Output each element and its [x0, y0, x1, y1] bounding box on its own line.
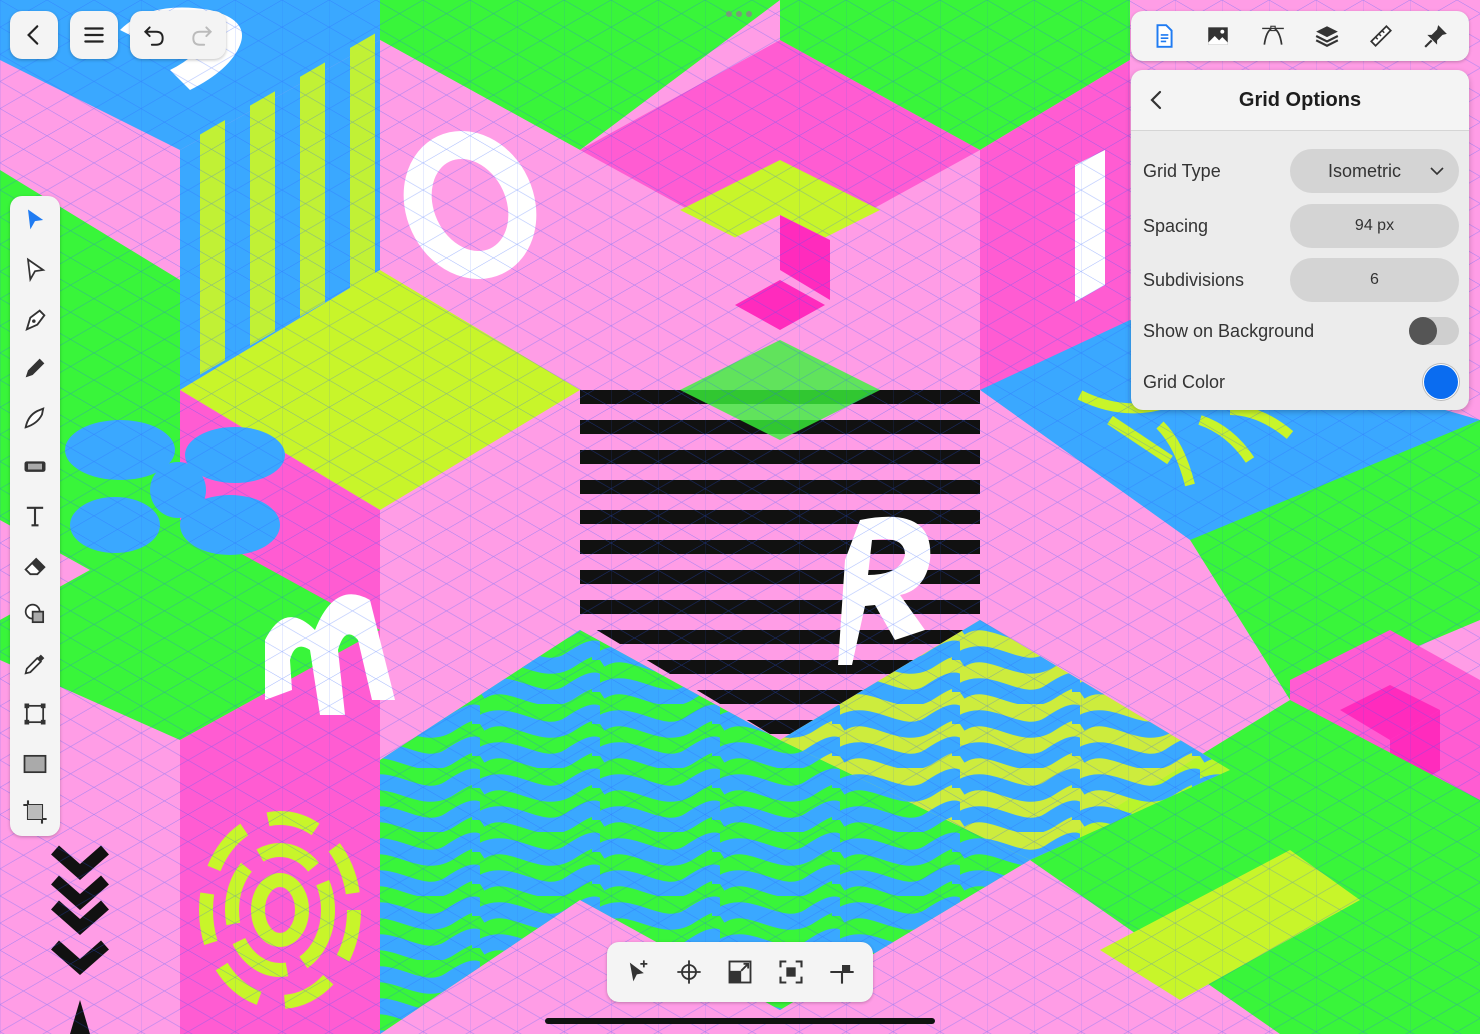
pin-icon [1424, 25, 1447, 48]
fit-icon [779, 960, 803, 984]
show-on-background-label: Show on Background [1143, 320, 1315, 341]
ctx-fit[interactable] [769, 950, 813, 994]
ruler-icon [1370, 25, 1393, 47]
tool-vector-brush[interactable] [10, 396, 60, 440]
text-tool-icon [26, 506, 44, 527]
grid-color-row: Grid Color [1143, 365, 1459, 399]
panel-back-button[interactable] [1141, 84, 1173, 116]
tool-text[interactable] [10, 494, 60, 538]
grid-type-row: Grid Type Isometric [1143, 149, 1459, 193]
tool-crop[interactable] [10, 790, 60, 834]
subdivisions-value: 6 [1370, 271, 1379, 288]
color-picker-icon [24, 654, 45, 675]
crosshair-icon [677, 960, 701, 984]
grid-type-value: Isometric [1327, 160, 1401, 181]
tool-pen[interactable] [10, 298, 60, 342]
tool-eraser[interactable] [10, 544, 60, 588]
tab-node-tool[interactable] [1251, 14, 1295, 58]
window-handle[interactable] [726, 11, 754, 19]
back-button[interactable] [10, 11, 58, 59]
tab-pin[interactable] [1414, 14, 1458, 58]
move-tool-icon [28, 209, 44, 230]
fill-tool-icon [24, 461, 46, 472]
ctx-snap[interactable] [820, 950, 864, 994]
spacing-row: Spacing 94 px [1143, 204, 1459, 248]
studio-tabs-bar [1131, 11, 1469, 61]
ctx-add-selection[interactable] [616, 950, 660, 994]
tool-move[interactable] [10, 198, 60, 242]
tab-document[interactable] [1142, 14, 1186, 58]
pencil-tool-icon [25, 358, 45, 378]
tool-node[interactable] [10, 248, 60, 292]
tools-panel [10, 196, 60, 836]
vector-brush-icon [24, 407, 45, 429]
spacing-value: 94 px [1354, 217, 1395, 234]
snap-icon [829, 965, 854, 984]
panel-title: Grid Options [1238, 88, 1362, 111]
node-tool-icon [1261, 25, 1284, 45]
menu-button[interactable] [70, 11, 118, 59]
grid-color-swatch[interactable] [1424, 365, 1458, 399]
tab-ruler[interactable] [1359, 14, 1403, 58]
tool-shape-builder[interactable] [10, 592, 60, 636]
subdivisions-field[interactable]: 6 [1290, 258, 1459, 302]
tool-pencil[interactable] [10, 346, 60, 390]
ctx-crosshair[interactable] [667, 950, 711, 994]
transform-tool-icon [24, 703, 46, 725]
hamburger-menu-icon [84, 27, 104, 43]
chevron-left-icon [27, 25, 39, 45]
rectangle-tool-icon [23, 754, 47, 774]
grid-type-label: Grid Type [1143, 160, 1221, 181]
context-toolbar [607, 942, 873, 1002]
shape-builder-icon [24, 603, 45, 624]
ctx-scale[interactable] [718, 950, 762, 994]
subdivisions-label: Subdivisions [1143, 269, 1245, 290]
crop-tool-icon [23, 800, 47, 824]
chevron-left-icon [1150, 90, 1162, 110]
spacing-field[interactable]: 94 px [1290, 204, 1459, 248]
toggle-knob [1409, 317, 1437, 345]
subdivisions-row: Subdivisions 6 [1143, 258, 1459, 302]
pen-tool-icon [25, 309, 46, 332]
image-icon [1208, 27, 1229, 45]
tool-transform[interactable] [10, 692, 60, 736]
add-selection-icon [630, 960, 648, 982]
tool-fill[interactable] [10, 444, 60, 488]
undo-icon[interactable] [141, 22, 167, 48]
spacing-label: Spacing [1143, 215, 1209, 236]
grid-color-label: Grid Color [1143, 371, 1226, 392]
scale-icon [728, 960, 752, 984]
show-on-background-toggle[interactable] [1409, 317, 1459, 345]
grid-options-panel: Grid Options Grid Type Isometric Spacing… [1131, 70, 1469, 410]
eraser-icon [24, 557, 46, 576]
tool-color-picker[interactable] [10, 642, 60, 686]
node-tool-icon [26, 257, 46, 283]
document-icon [1156, 24, 1173, 48]
layers-icon [1315, 26, 1339, 47]
redo-icon[interactable] [189, 22, 215, 48]
tab-layers[interactable] [1305, 14, 1349, 58]
show-on-background-row: Show on Background [1143, 317, 1459, 345]
grid-type-select[interactable]: Isometric [1290, 149, 1459, 193]
home-indicator[interactable] [545, 1018, 935, 1024]
tool-rectangle[interactable] [10, 742, 60, 786]
undo-redo-group [130, 11, 226, 59]
chevron-down-icon [1430, 167, 1444, 176]
tab-image[interactable] [1196, 14, 1240, 58]
panel-header: Grid Options [1131, 70, 1469, 131]
